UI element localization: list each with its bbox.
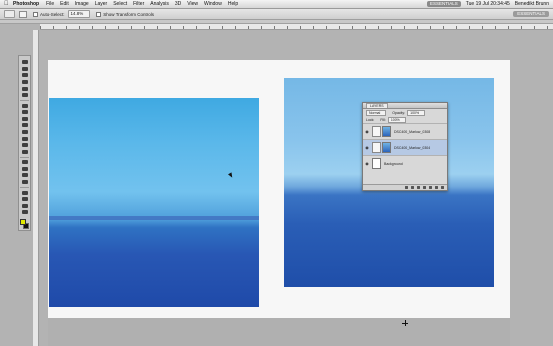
lasso-tool-icon[interactable] xyxy=(21,73,29,78)
menu-edit[interactable]: Edit xyxy=(60,1,69,7)
eraser-tool-icon[interactable] xyxy=(21,130,29,135)
lock-label: Lock: xyxy=(366,117,375,122)
gradient-tool-icon[interactable] xyxy=(21,136,29,141)
menu-select[interactable]: Select xyxy=(113,1,127,7)
fill-field[interactable]: 100% xyxy=(387,116,406,123)
link-layers-icon[interactable] xyxy=(405,186,408,189)
type-tool-icon[interactable] xyxy=(21,166,29,171)
layer-name: DSC400_Marlow_0304 xyxy=(394,145,431,150)
eye-icon[interactable]: ◉ xyxy=(363,129,371,134)
blend-row: Normal Opacity: 100% xyxy=(363,109,447,116)
layers-panel-footer xyxy=(363,184,447,190)
quick-select-tool-icon[interactable] xyxy=(21,80,29,85)
tool-preset-picker[interactable] xyxy=(4,10,15,18)
3d-orbit-tool-icon[interactable] xyxy=(21,197,29,202)
workspace-badge[interactable]: ESSENTIALS xyxy=(427,1,461,7)
lock-row: Lock: Fill: 100% xyxy=(363,116,447,123)
blend-mode-select[interactable]: Normal xyxy=(366,109,387,116)
tools-divider xyxy=(20,156,29,158)
blur-tool-icon[interactable] xyxy=(21,143,29,148)
apple-menu-icon[interactable]:  xyxy=(4,0,11,8)
tools-divider xyxy=(20,186,29,188)
menu-view[interactable]: View xyxy=(187,1,198,7)
ocean-photo-left[interactable] xyxy=(49,98,259,307)
add-mask-icon[interactable] xyxy=(417,186,420,189)
menu-analysis[interactable]: Analysis xyxy=(150,1,169,7)
brush-tool-icon[interactable] xyxy=(21,110,29,115)
workspace-button[interactable]: ESSENTIALS xyxy=(513,11,549,17)
move-tool-icon[interactable] xyxy=(19,10,27,18)
zoom-tool-icon[interactable] xyxy=(21,210,29,215)
layer-thumbnail xyxy=(372,126,381,137)
user-name[interactable]: Benedikt Brunn xyxy=(515,1,549,7)
layer-mask-thumbnail xyxy=(382,126,391,137)
adjustment-layer-icon[interactable] xyxy=(423,186,426,189)
3d-rotate-tool-icon[interactable] xyxy=(21,190,29,195)
history-brush-tool-icon[interactable] xyxy=(21,123,29,128)
menu-help[interactable]: Help xyxy=(228,1,238,7)
tools-panel xyxy=(18,55,31,231)
crosshair-cursor-icon xyxy=(402,320,408,326)
layer-row[interactable]: ◉ Background xyxy=(363,155,447,171)
pasteboard xyxy=(48,318,510,346)
options-bar: Auto-Select: 14.8% Show Transform Contro… xyxy=(0,9,553,20)
menu-filter[interactable]: Filter xyxy=(133,1,144,7)
delete-layer-icon[interactable] xyxy=(441,186,444,189)
fill-label: Fill: xyxy=(380,117,386,122)
eye-icon[interactable]: ◉ xyxy=(363,145,371,150)
layer-mask-thumbnail xyxy=(382,142,391,153)
menu-layer[interactable]: Layer xyxy=(95,1,108,7)
healing-brush-tool-icon[interactable] xyxy=(21,103,29,108)
eyedropper-tool-icon[interactable] xyxy=(21,93,29,98)
path-selection-tool-icon[interactable] xyxy=(21,173,29,178)
marquee-tool-icon[interactable] xyxy=(21,66,29,71)
horizon-line xyxy=(49,216,259,220)
layer-row-active[interactable]: ◉ DSC400_Marlow_0304 xyxy=(363,139,447,155)
move-tool-icon[interactable] xyxy=(21,60,29,65)
show-transform-checkbox[interactable] xyxy=(96,11,102,17)
auto-select-label: Auto-Select: xyxy=(40,11,65,17)
menu-window[interactable]: Window xyxy=(204,1,222,7)
foreground-color-swatch[interactable] xyxy=(19,218,26,225)
vertical-ruler[interactable] xyxy=(33,30,39,346)
clone-stamp-tool-icon[interactable] xyxy=(21,116,29,121)
eye-icon[interactable]: ◉ xyxy=(363,161,371,166)
layer-name: DSC400_Marlow_0308 xyxy=(394,129,431,134)
layers-panel: LAYERS Normal Opacity: 100% Lock: Fill: … xyxy=(362,102,448,191)
zoom-select[interactable]: 14.8% xyxy=(67,10,91,18)
opacity-label: Opacity: xyxy=(392,110,406,115)
color-swatches[interactable] xyxy=(19,218,30,231)
menu-image[interactable]: Image xyxy=(75,1,89,7)
menubar-status-area: ESSENTIALS Tue 19 Jul 20:34:45 Benedikt … xyxy=(422,1,553,7)
tools-divider xyxy=(20,99,29,101)
mac-menu-bar:  Photoshop File Edit Image Layer Select… xyxy=(0,0,553,9)
menu-file[interactable]: File xyxy=(46,1,54,7)
new-layer-icon[interactable] xyxy=(435,186,438,189)
shape-tool-icon[interactable] xyxy=(21,180,29,185)
menu-3d[interactable]: 3D xyxy=(175,1,181,7)
layer-name: Background xyxy=(384,161,403,166)
opacity-field[interactable]: 100% xyxy=(407,109,426,116)
auto-select-checkbox[interactable] xyxy=(33,11,38,17)
layer-thumbnail xyxy=(372,158,381,169)
layer-thumbnail xyxy=(372,142,381,153)
show-transform-label: Show Transform Controls xyxy=(103,11,155,17)
hand-tool-icon[interactable] xyxy=(21,203,29,208)
crop-tool-icon[interactable] xyxy=(21,86,29,91)
dodge-tool-icon[interactable] xyxy=(21,149,29,154)
pen-tool-icon[interactable] xyxy=(21,160,29,165)
layer-style-icon[interactable] xyxy=(411,186,414,189)
clock[interactable]: Tue 19 Jul 20:34:45 xyxy=(466,1,510,7)
horizontal-ruler[interactable] xyxy=(40,24,553,30)
new-group-icon[interactable] xyxy=(429,186,432,189)
layer-row[interactable]: ◉ DSC400_Marlow_0308 xyxy=(363,123,447,139)
app-menu[interactable]: Photoshop xyxy=(13,1,39,7)
layers-tab[interactable]: LAYERS xyxy=(366,103,388,108)
